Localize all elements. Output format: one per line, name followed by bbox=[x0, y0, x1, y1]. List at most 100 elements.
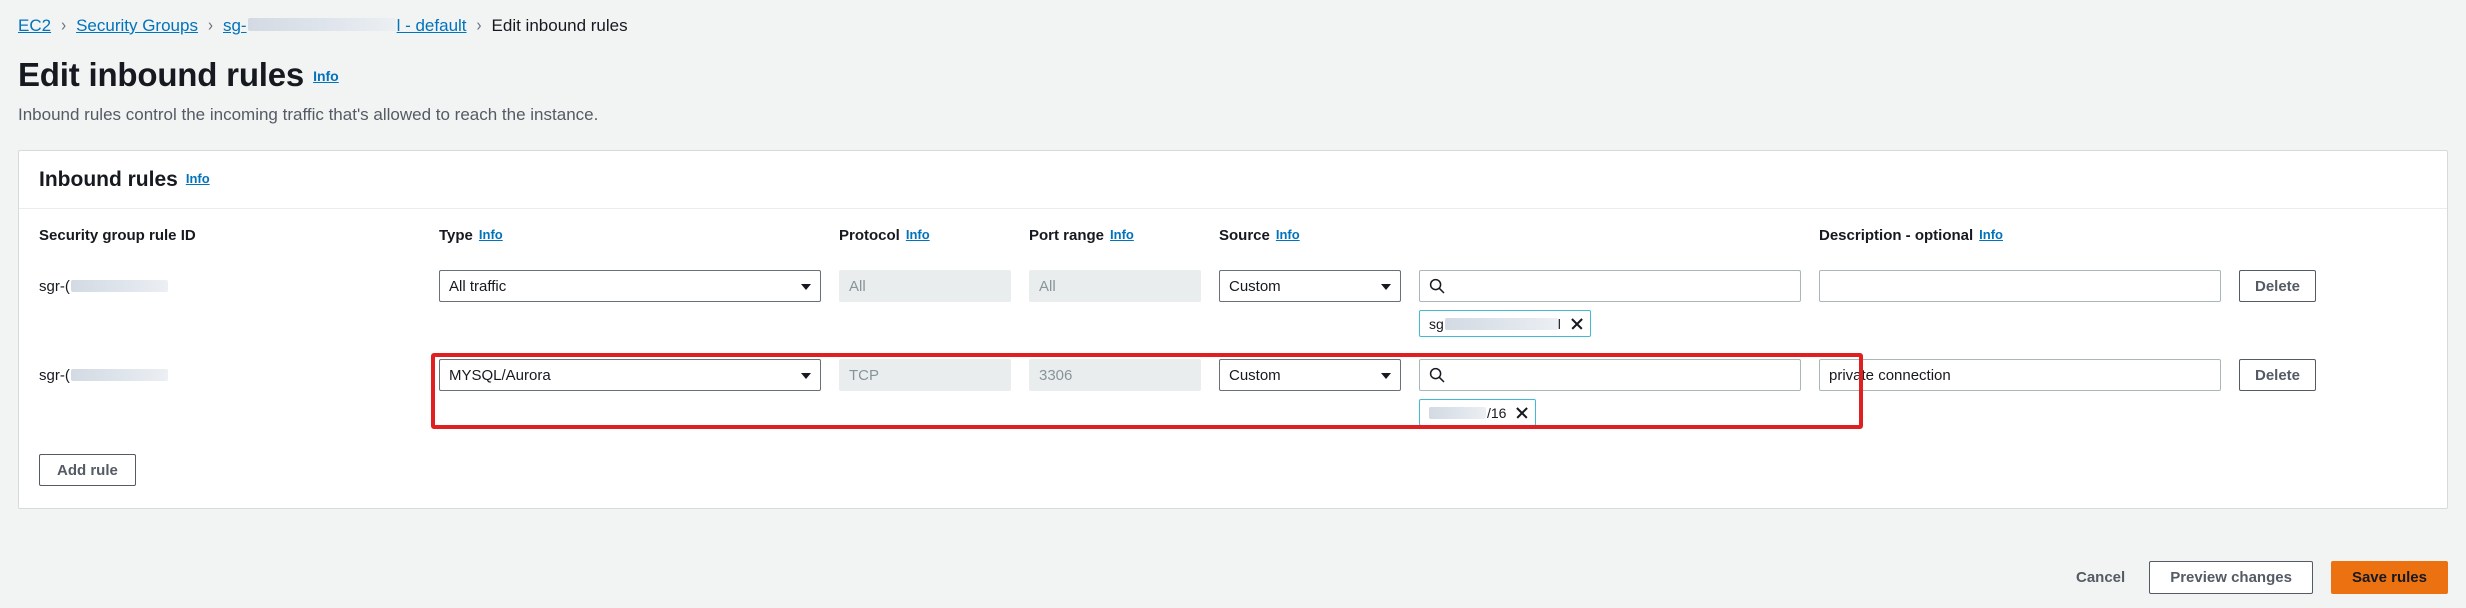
column-label: Port range bbox=[1029, 227, 1105, 244]
source-token-suffix: l bbox=[1557, 315, 1561, 332]
page-title: Edit inbound rules bbox=[18, 56, 305, 93]
type-cell: All traffic bbox=[439, 270, 839, 302]
rule-id-value: sgr-( bbox=[39, 270, 421, 302]
rule-id-prefix: sgr-( bbox=[39, 366, 70, 384]
panel-title: Inbound rules bbox=[39, 168, 178, 191]
protocol-cell: TCP bbox=[839, 359, 1029, 391]
breadcrumb-item-current: Edit inbound rules bbox=[491, 16, 628, 35]
breadcrumb-sg-suffix: l - default bbox=[396, 16, 467, 35]
breadcrumb-separator: › bbox=[207, 15, 213, 36]
column-label: Protocol bbox=[839, 227, 900, 244]
column-header-rule-id: Security group rule ID bbox=[39, 227, 439, 260]
source-token-suffix: /16 bbox=[1487, 404, 1507, 421]
type-select-value: All traffic bbox=[449, 277, 507, 295]
source-token[interactable]: sg l bbox=[1419, 310, 1591, 337]
rule-id-prefix: sgr-( bbox=[39, 277, 70, 295]
redacted-source-value bbox=[1429, 406, 1486, 419]
table-header-row: Security group rule ID Type Info Protocol… bbox=[39, 227, 2427, 260]
close-icon[interactable] bbox=[1570, 317, 1583, 330]
description-value: private connection bbox=[1829, 366, 1951, 384]
add-rule-button[interactable]: Add rule bbox=[39, 454, 136, 486]
actions-cell: Delete bbox=[2239, 270, 2349, 302]
column-header-actions bbox=[2239, 227, 2349, 243]
source-value-cell: /16 bbox=[1419, 359, 1819, 426]
redacted-rule-id bbox=[70, 369, 168, 381]
table-row: sgr-( MYSQL/Aurora TCP 3306 Custom /16 p… bbox=[39, 349, 2427, 438]
panel-info-link[interactable]: Info bbox=[186, 171, 210, 186]
chevron-down-icon bbox=[801, 373, 811, 379]
type-cell: MYSQL/Aurora bbox=[439, 359, 839, 391]
table-row: sgr-( All traffic All All Custom sg l De… bbox=[39, 260, 2427, 349]
port-range-cell: 3306 bbox=[1029, 359, 1219, 391]
redacted-rule-id bbox=[70, 280, 168, 292]
protocol-input: All bbox=[839, 270, 1011, 302]
source-type-cell: Custom bbox=[1219, 270, 1419, 302]
source-token[interactable]: /16 bbox=[1419, 399, 1537, 426]
save-rules-button[interactable]: Save rules bbox=[2330, 561, 2448, 594]
search-icon bbox=[1429, 278, 1445, 294]
column-label: Type bbox=[439, 227, 473, 244]
description-cell bbox=[1819, 270, 2239, 302]
panel-header: Inbound rules Info bbox=[19, 151, 2447, 209]
breadcrumb-separator: › bbox=[61, 15, 67, 36]
description-input[interactable] bbox=[1819, 270, 2221, 302]
footer-actions: Cancel Preview changes Save rules bbox=[2070, 561, 2448, 594]
chevron-down-icon bbox=[801, 284, 811, 290]
page-title-info-link[interactable]: Info bbox=[313, 68, 339, 84]
source-type-select[interactable]: Custom bbox=[1219, 270, 1401, 302]
delete-rule-button[interactable]: Delete bbox=[2239, 270, 2317, 302]
type-select[interactable]: All traffic bbox=[439, 270, 821, 302]
description-info-link[interactable]: Info bbox=[1979, 227, 2003, 242]
rule-id-cell: sgr-( bbox=[39, 270, 439, 302]
chevron-down-icon bbox=[1381, 284, 1391, 290]
source-info-link[interactable]: Info bbox=[1276, 227, 1300, 242]
cancel-button[interactable]: Cancel bbox=[2070, 569, 2131, 586]
protocol-value: All bbox=[849, 277, 866, 295]
source-type-select[interactable]: Custom bbox=[1219, 359, 1401, 391]
source-token-prefix: sg bbox=[1429, 315, 1444, 332]
port-range-cell: All bbox=[1029, 270, 1219, 302]
rule-id-cell: sgr-( bbox=[39, 359, 439, 391]
type-select[interactable]: MYSQL/Aurora bbox=[439, 359, 821, 391]
port-range-input: All bbox=[1029, 270, 1201, 302]
protocol-input: TCP bbox=[839, 359, 1011, 391]
protocol-cell: All bbox=[839, 270, 1029, 302]
breadcrumb-separator: › bbox=[476, 15, 482, 36]
close-icon[interactable] bbox=[1515, 406, 1528, 419]
breadcrumb-item-ec2[interactable]: EC2 bbox=[18, 17, 51, 34]
column-header-type: Type Info bbox=[439, 227, 839, 260]
port-range-value: 3306 bbox=[1039, 366, 1073, 384]
breadcrumb: EC2 › Security Groups › sg-l - default ›… bbox=[0, 0, 2466, 34]
protocol-value: TCP bbox=[849, 366, 879, 384]
column-header-description: Description - optional Info bbox=[1819, 227, 2239, 260]
source-value-cell: sg l bbox=[1419, 270, 1819, 337]
description-cell: private connection bbox=[1819, 359, 2239, 391]
actions-cell: Delete bbox=[2239, 359, 2349, 391]
source-type-value: Custom bbox=[1229, 277, 1281, 295]
preview-changes-button[interactable]: Preview changes bbox=[2149, 561, 2313, 594]
column-header-protocol: Protocol Info bbox=[839, 227, 1029, 260]
type-info-link[interactable]: Info bbox=[479, 227, 503, 242]
column-label: Security group rule ID bbox=[39, 227, 196, 244]
page-header: Edit inbound rules Info Inbound rules con… bbox=[0, 34, 2466, 125]
type-select-value: MYSQL/Aurora bbox=[449, 366, 551, 384]
column-header-source: Source Info bbox=[1219, 227, 1419, 260]
rules-table: Security group rule ID Type Info Protocol… bbox=[39, 227, 2427, 438]
description-input[interactable]: private connection bbox=[1819, 359, 2221, 391]
panel-body: Security group rule ID Type Info Protocol… bbox=[19, 209, 2447, 508]
port-range-info-link[interactable]: Info bbox=[1110, 227, 1134, 242]
port-range-value: All bbox=[1039, 277, 1056, 295]
breadcrumb-item-security-groups[interactable]: Security Groups bbox=[76, 17, 198, 34]
column-header-source-value bbox=[1419, 227, 1819, 243]
rule-id-value: sgr-( bbox=[39, 359, 421, 391]
search-icon bbox=[1429, 367, 1445, 383]
column-label: Description - optional bbox=[1819, 227, 1974, 244]
protocol-info-link[interactable]: Info bbox=[906, 227, 930, 242]
delete-rule-button[interactable]: Delete bbox=[2239, 359, 2317, 391]
chevron-down-icon bbox=[1381, 373, 1391, 379]
source-search-input[interactable] bbox=[1419, 270, 1801, 302]
page-subtitle: Inbound rules control the incoming traff… bbox=[18, 105, 599, 124]
breadcrumb-item-security-group[interactable]: sg-l - default bbox=[223, 17, 467, 34]
source-search-input[interactable] bbox=[1419, 359, 1801, 391]
column-header-port-range: Port range Info bbox=[1029, 227, 1219, 260]
